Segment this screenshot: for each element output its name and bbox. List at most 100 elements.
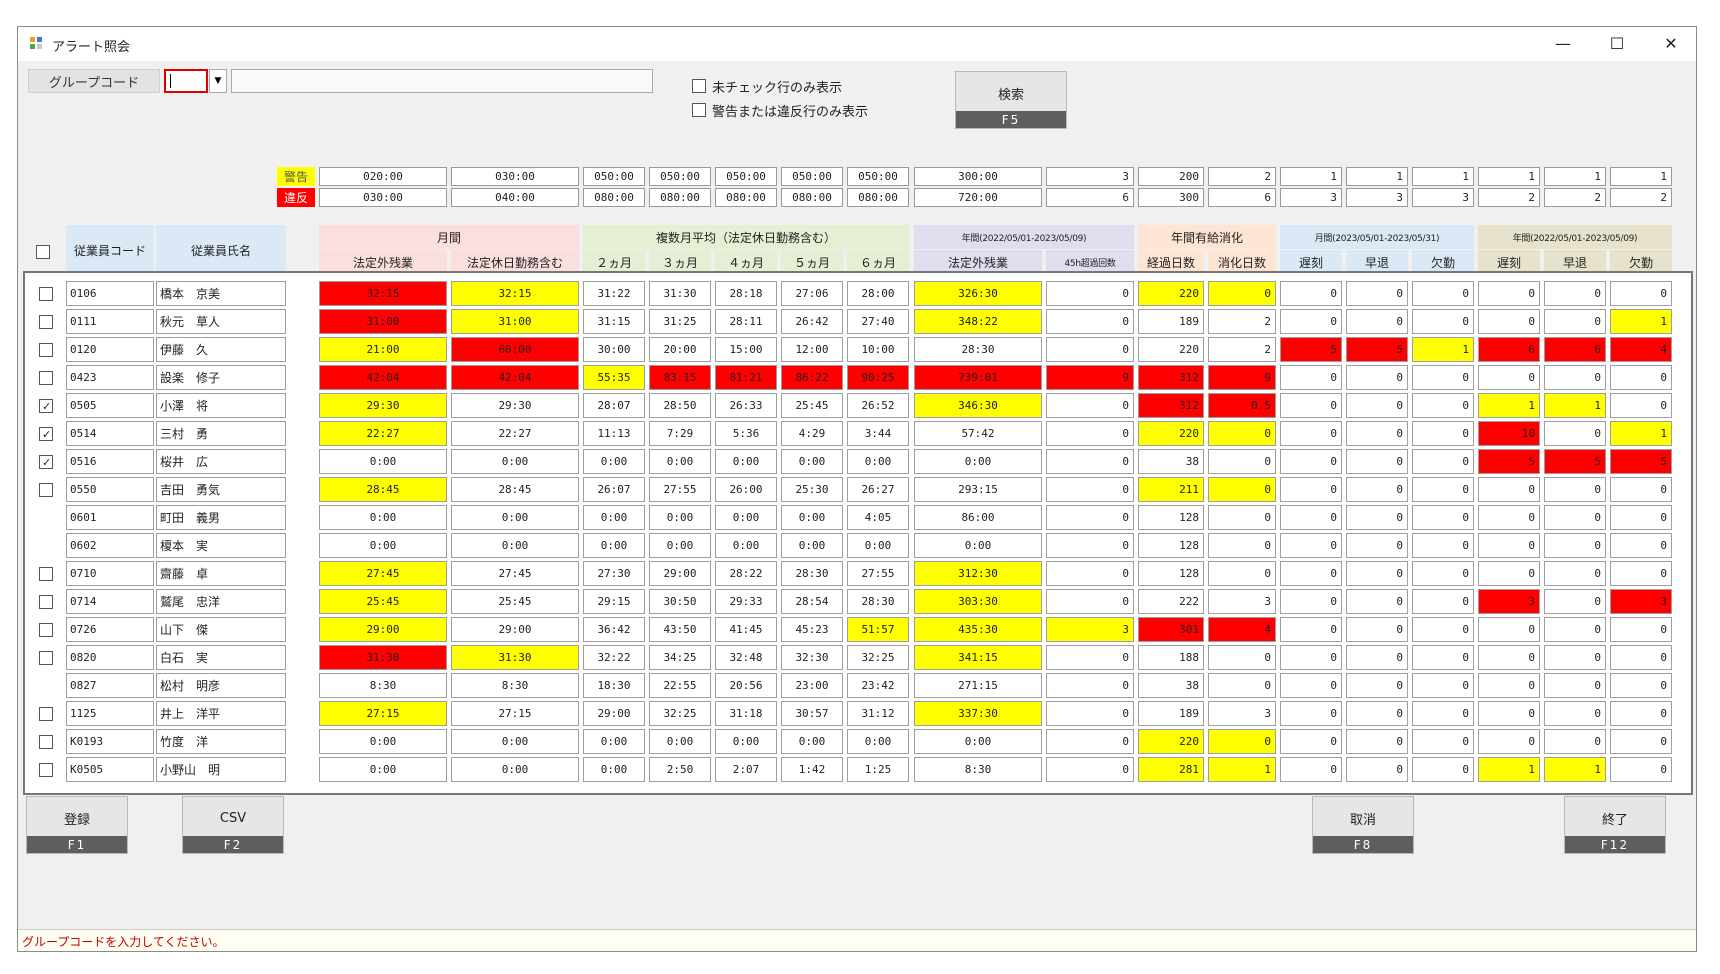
row-checkbox[interactable] [39,651,53,665]
value-cell: 0 [1544,673,1606,698]
value-cell: 29:15 [583,589,645,614]
row-checkbox[interactable] [39,567,53,581]
table-row[interactable]: 0710 齋藤 卓 27:45 27:45 27:30 29:00 28:22 28:30 27… [25,558,1691,589]
value-cell: 27:15 [451,701,579,726]
value-cell: 27:45 [319,561,447,586]
table-row[interactable]: ✓ 0516 桜井 広 0:00 0:00 0:00 0:00 0:00 0:00 0:00 0:0… [25,446,1691,477]
cancel-button[interactable]: 取消 F8 [1312,796,1414,854]
only-warning-checkbox[interactable] [692,103,706,117]
value-cell: 0:00 [715,533,777,558]
table-row[interactable]: ✓ 0514 三村 勇 22:27 22:27 11:13 7:29 5:36 4:29 3:44… [25,418,1691,449]
value-cell: 312 [1138,393,1204,418]
value-cell: 31:18 [715,701,777,726]
value-cell: 26:00 [715,477,777,502]
csv-button[interactable]: CSV F2 [182,796,284,854]
table-row[interactable]: 0111 秋元 草人 31:00 31:00 31:15 31:25 28:11 26:42 2… [25,306,1691,337]
table-row[interactable]: 0423 設楽 修子 42:04 42:04 55:35 83:15 81:21 86:22 9… [25,362,1691,393]
search-button[interactable]: 検索 F5 [955,71,1067,129]
employee-code-cell: K0505 [66,757,154,782]
value-cell: 43:50 [649,617,711,642]
value-cell: 0:00 [914,533,1042,558]
row-checkbox[interactable] [39,707,53,721]
minimize-button[interactable]: — [1536,27,1590,59]
value-cell: 0 [1412,589,1474,614]
value-cell: 0 [1610,365,1672,390]
value-cell: 26:52 [847,393,909,418]
row-checkbox[interactable] [39,287,53,301]
value-cell: 0 [1208,421,1276,446]
header-group-yearly-att: 年間(2022/05/01-2023/05/09) [1478,225,1672,249]
row-checkbox[interactable] [39,763,53,777]
value-cell: 0 [1478,477,1540,502]
table-row[interactable]: 1125 井上 洋平 27:15 27:15 29:00 32:25 31:18 30:57 3… [25,698,1691,729]
only-unchecked-checkbox[interactable] [692,79,706,93]
row-checkbox[interactable] [39,343,53,357]
table-row[interactable]: 0120 伊藤 久 21:00 60:00 30:00 20:00 15:00 12:00 10… [25,334,1691,365]
value-cell: 0 [1544,533,1606,558]
value-cell: 25:45 [451,589,579,614]
employee-code-cell: 0726 [66,617,154,642]
table-row[interactable]: 0550 吉田 勇気 28:45 28:45 26:07 27:55 26:00 25:30 2… [25,474,1691,505]
table-row[interactable]: ✓ 0505 小澤 将 29:30 29:30 28:07 28:50 26:33 25:45 2… [25,390,1691,421]
table-row[interactable]: K0505 小野山 明 0:00 0:00 0:00 2:50 2:07 1:42 1:25 8:… [25,754,1691,785]
threshold-warning-cell: 1 [1346,167,1408,186]
alert-grid: 0106 橋本 京美 32:15 32:15 31:22 31:30 28:18 27:06 2… [23,271,1693,795]
value-cell: 0:00 [781,449,843,474]
value-cell: 0:00 [847,729,909,754]
value-cell: 11:13 [583,421,645,446]
row-checkbox[interactable] [39,315,53,329]
header-group-paid-leave: 年間有給消化 [1138,225,1276,249]
value-cell: 0:00 [847,449,909,474]
row-checkbox[interactable]: ✓ [39,399,53,413]
exit-button[interactable]: 終了 F12 [1564,796,1666,854]
value-cell: 0 [1610,645,1672,670]
row-checkbox[interactable]: ✓ [39,455,53,469]
row-checkbox[interactable] [39,595,53,609]
value-cell: 220 [1138,281,1204,306]
value-cell: 0 [1544,617,1606,642]
select-all-checkbox[interactable] [36,245,50,259]
row-checkbox[interactable] [39,623,53,637]
value-cell: 31:15 [583,309,645,334]
table-row[interactable]: 0827 松村 明彦 8:30 8:30 18:30 22:55 20:56 23:00 23:… [25,670,1691,701]
group-code-dropdown-button[interactable]: ▼ [209,69,227,93]
group-code-input[interactable] [164,69,208,93]
employee-code-cell: 0423 [66,365,154,390]
value-cell: 28:50 [649,393,711,418]
employee-name-cell: 白石 実 [156,645,286,670]
value-cell: 0:00 [451,533,579,558]
table-row[interactable]: 0601 町田 義男 0:00 0:00 0:00 0:00 0:00 0:00 4:05 86:… [25,502,1691,533]
employee-code-cell: 0710 [66,561,154,586]
table-row[interactable]: 0714 鷲尾 忠洋 25:45 25:45 29:15 30:50 29:33 28:54 2… [25,586,1691,617]
threshold-violation-cell: 080:00 [847,188,909,207]
value-cell: 42:04 [451,365,579,390]
table-row[interactable]: 0726 山下 傑 29:00 29:00 36:42 43:50 41:45 45:23 51… [25,614,1691,645]
row-checkbox[interactable] [39,483,53,497]
value-cell: 0 [1280,701,1342,726]
value-cell: 0:00 [914,449,1042,474]
maximize-button[interactable]: ☐ [1590,27,1644,59]
value-cell: 220 [1138,337,1204,362]
register-button[interactable]: 登録 F1 [26,796,128,854]
group-code-label: グループコード [28,69,160,93]
table-row[interactable]: 0602 榎本 実 0:00 0:00 0:00 0:00 0:00 0:00 0:00 0:00… [25,530,1691,561]
value-cell: 0 [1346,729,1408,754]
threshold-warning-cell: 050:00 [649,167,711,186]
table-row[interactable]: K0193 竹度 洋 0:00 0:00 0:00 0:00 0:00 0:00 0:00 0:0… [25,726,1691,757]
value-cell: 0 [1412,505,1474,530]
value-cell: 18:30 [583,673,645,698]
value-cell: 0 [1280,673,1342,698]
table-row[interactable]: 0106 橋本 京美 32:15 32:15 31:22 31:30 28:18 27:06 2… [25,278,1691,309]
employee-code-cell: 0516 [66,449,154,474]
value-cell: 0:00 [649,505,711,530]
content-panel: グループコード ▼ 未チェック行のみ表示 警告または違反行のみ表示 検索 F5 … [18,61,1696,951]
value-cell: 0 [1544,561,1606,586]
value-cell: 0 [1478,533,1540,558]
row-checkbox[interactable] [39,371,53,385]
table-row[interactable]: 0820 白石 実 31:30 31:30 32:22 34:25 32:48 32:30 32… [25,642,1691,673]
value-cell: 5 [1280,337,1342,362]
value-cell: 0:00 [781,729,843,754]
row-checkbox[interactable] [39,735,53,749]
row-checkbox[interactable]: ✓ [39,427,53,441]
close-button[interactable]: ✕ [1644,27,1696,59]
